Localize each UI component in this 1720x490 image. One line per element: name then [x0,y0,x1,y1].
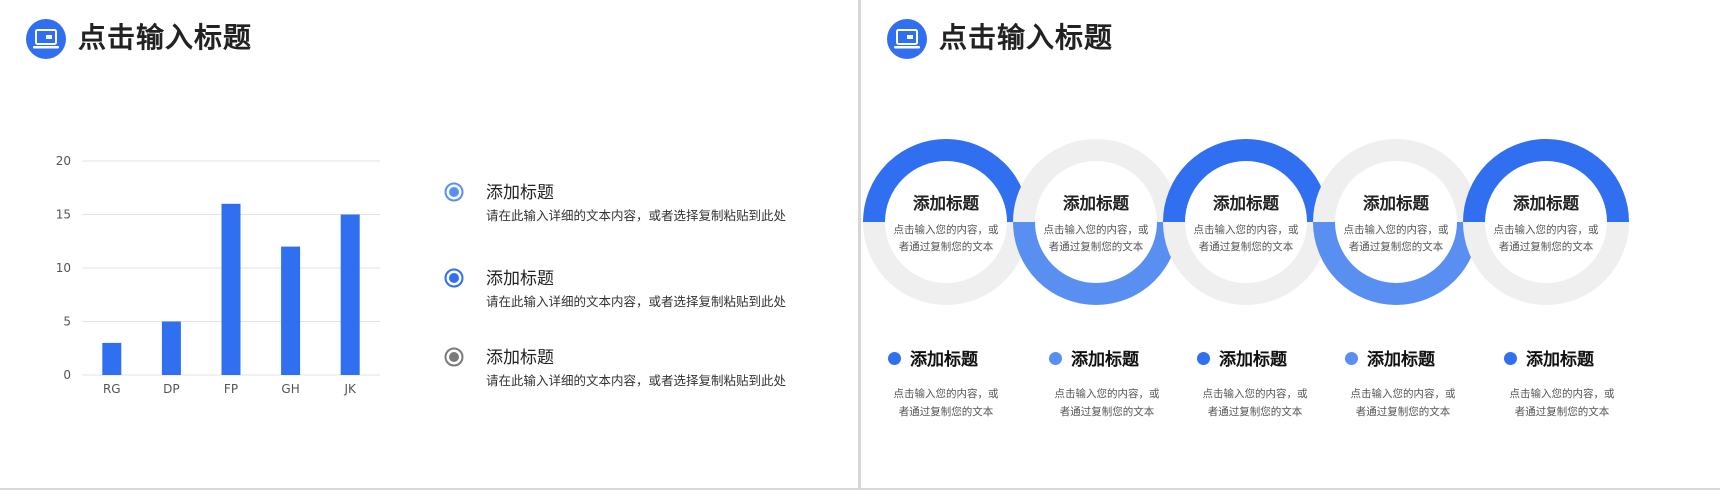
y-tick-label: 10 [56,261,71,275]
item-text-line: 点击输入您的内容，或 [1350,388,1456,400]
item-text-line: 者通过复制您的文本 [1514,406,1610,418]
ring-title: 添加标题 [913,194,979,213]
item-text: 点击输入您的内容，或 者通过复制您的文本 [1496,385,1628,421]
ring-label-4: 添加标题 点击输入您的内容，或 者通过复制您的文本 [1321,190,1471,256]
ring-text-line: 者通过复制您的文本 [898,241,994,253]
bullet-dot-icon [1049,352,1062,365]
bullet-dot-icon [1345,352,1358,365]
laptop-icon [26,19,66,59]
legend-text: 请在此输入详细的文本内容，或者选择复制粘贴到此处 [486,208,787,223]
item-text-line: 者通过复制您的文本 [1355,406,1451,418]
ring-label-5: 添加标题 点击输入您的内容，或 者通过复制您的文本 [1471,190,1621,256]
legend-text: 请在此输入详细的文本内容，或者选择复制粘贴到此处 [486,373,787,388]
ring-text-line: 者通过复制您的文本 [1048,241,1144,253]
ring-text-line: 点击输入您的内容，或 [1193,224,1299,236]
ring-text-line: 点击输入您的内容，或 [893,224,999,236]
radio-gray-icon [444,347,464,367]
radio-light-icon [444,182,464,202]
bar-chart-svg: 0 5 10 15 20 RG DP FP GH JK [56,154,380,396]
ring-label-2: 添加标题 点击输入您的内容，或 者通过复制您的文本 [1021,190,1171,256]
item-text-line: 点击输入您的内容，或 [1202,388,1308,400]
bullet-dot-icon [1197,352,1210,365]
ring-text-line: 点击输入您的内容，或 [1043,224,1149,236]
y-tick-label: 15 [56,208,71,222]
x-tick-label: JK [343,382,357,396]
item-title: 添加标题 [1071,350,1139,370]
item-text-line: 点击输入您的内容，或 [1509,388,1615,400]
ring-title: 添加标题 [1513,194,1579,213]
bullet-dot-icon [888,352,901,365]
bar-gh [281,246,301,375]
ring-text: 点击输入您的内容，或 者通过复制您的文本 [1321,222,1471,256]
ring-text: 点击输入您的内容，或 者通过复制您的文本 [871,222,1021,256]
x-tick-label: RG [103,382,121,396]
slide-right: 点击输入标题 添加标题 点击输入您的内容，或 者通过复制您的文本 添加标题 点击… [861,0,1720,490]
item-text-line: 点击输入您的内容，或 [1054,388,1160,400]
legend-title: 添加标题 [486,348,554,368]
ring-title: 添加标题 [1363,194,1429,213]
bullet-dot-icon [1504,352,1517,365]
ring-title: 添加标题 [1213,194,1279,213]
ring-text-line: 点击输入您的内容，或 [1343,224,1449,236]
item-text-line: 者通过复制您的文本 [1207,406,1303,418]
bar-chart: 0 5 10 15 20 RG DP FP GH JK [40,145,390,409]
item-text-line: 者通过复制您的文本 [1059,406,1155,418]
ring-text: 点击输入您的内容，或 者通过复制您的文本 [1021,222,1171,256]
legend-text: 请在此输入详细的文本内容，或者选择复制粘贴到此处 [486,294,787,309]
bar-fp [221,203,241,375]
item-title: 添加标题 [1367,350,1435,370]
item-title: 添加标题 [910,350,978,370]
ring-text-line: 者通过复制您的文本 [1198,241,1294,253]
item-text: 点击输入您的内容，或 者通过复制您的文本 [880,385,1012,421]
slide-left: 点击输入标题 0 5 10 15 20 RG DP FP GH JK 添加标题 请在此输入详细的文… [0,0,858,490]
item-text: 点击输入您的内容，或 者通过复制您的文本 [1041,385,1173,421]
ring-label-3: 添加标题 点击输入您的内容，或 者通过复制您的文本 [1171,190,1321,256]
y-tick-label: 20 [56,154,71,168]
ring-text-line: 者通过复制您的文本 [1348,241,1444,253]
ring-text-line: 者通过复制您的文本 [1498,241,1594,253]
item-text-line: 点击输入您的内容，或 [893,388,999,400]
ring-label-1: 添加标题 点击输入您的内容，或 者通过复制您的文本 [871,190,1021,256]
item-text-line: 者通过复制您的文本 [898,406,994,418]
ring-text-line: 点击输入您的内容，或 [1493,224,1599,236]
y-tick-label: 0 [63,368,71,382]
radio-blue-icon [444,268,464,288]
bar-dp [161,321,181,375]
x-tick-label: DP [163,382,179,396]
x-tick-label: FP [224,382,238,396]
item-title: 添加标题 [1219,350,1287,370]
item-text: 点击输入您的内容，或 者通过复制您的文本 [1189,385,1321,421]
ring-text: 点击输入您的内容，或 者通过复制您的文本 [1471,222,1621,256]
y-tick-label: 5 [63,315,71,329]
bar-rg [102,342,122,375]
legend-title: 添加标题 [486,183,554,203]
ring-title: 添加标题 [1063,194,1129,213]
bar-jk [340,214,360,375]
page-title: 点击输入标题 [78,21,253,54]
item-title: 添加标题 [1526,350,1594,370]
ring-text: 点击输入您的内容，或 者通过复制您的文本 [1171,222,1321,256]
x-tick-label: GH [281,382,299,396]
item-text: 点击输入您的内容，或 者通过复制您的文本 [1337,385,1469,421]
legend-title: 添加标题 [486,269,554,289]
